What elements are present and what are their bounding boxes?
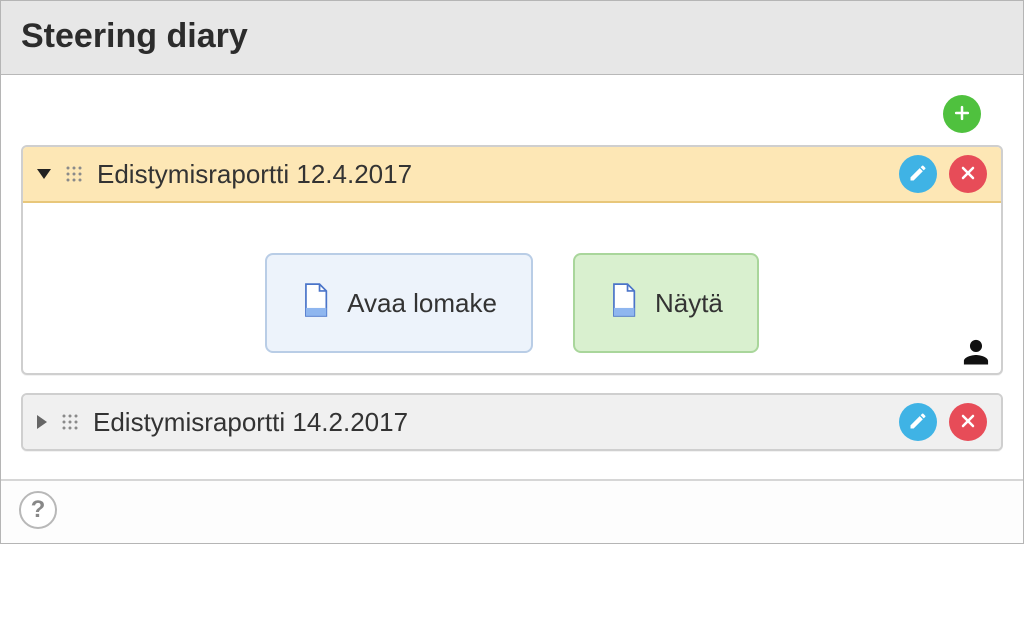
diary-entry: Edistymisraportti 14.2.2017 bbox=[21, 393, 1003, 451]
panel-header: Steering diary bbox=[1, 1, 1023, 75]
show-label: Näytä bbox=[655, 288, 723, 319]
entry-header[interactable]: Edistymisraportti 14.2.2017 bbox=[23, 395, 1001, 449]
entry-title: Edistymisraportti 14.2.2017 bbox=[93, 407, 885, 438]
panel-footer: ? bbox=[1, 479, 1023, 543]
entry-actions bbox=[899, 403, 987, 441]
help-icon: ? bbox=[31, 496, 46, 524]
diary-entry: Edistymisraportti 12.4.2017 bbox=[21, 145, 1003, 375]
drag-handle-icon[interactable] bbox=[61, 413, 79, 431]
caret-right-icon bbox=[37, 415, 47, 429]
page-title: Steering diary bbox=[21, 17, 1003, 56]
pencil-icon bbox=[908, 163, 928, 186]
document-icon bbox=[301, 283, 329, 324]
entry-actions bbox=[899, 155, 987, 193]
add-button[interactable] bbox=[943, 95, 981, 133]
delete-button[interactable] bbox=[949, 155, 987, 193]
entry-header[interactable]: Edistymisraportti 12.4.2017 bbox=[23, 147, 1001, 203]
plus-icon bbox=[952, 103, 972, 126]
delete-button[interactable] bbox=[949, 403, 987, 441]
open-form-label: Avaa lomake bbox=[347, 288, 497, 319]
pencil-icon bbox=[908, 411, 928, 434]
entry-title: Edistymisraportti 12.4.2017 bbox=[97, 159, 885, 190]
help-button[interactable]: ? bbox=[19, 491, 57, 529]
show-button[interactable]: Näytä bbox=[573, 253, 759, 353]
toolbar bbox=[21, 95, 1003, 145]
steering-diary-panel: Steering diary bbox=[0, 0, 1024, 544]
drag-handle-icon[interactable] bbox=[65, 165, 83, 183]
close-icon bbox=[958, 163, 978, 186]
caret-down-icon bbox=[37, 169, 51, 179]
close-icon bbox=[958, 411, 978, 434]
document-icon bbox=[609, 283, 637, 324]
open-form-button[interactable]: Avaa lomake bbox=[265, 253, 533, 353]
person-icon bbox=[961, 337, 991, 367]
edit-button[interactable] bbox=[899, 403, 937, 441]
edit-button[interactable] bbox=[899, 155, 937, 193]
entry-body: Avaa lomake Näytä bbox=[23, 203, 1001, 373]
panel-body: Edistymisraportti 12.4.2017 bbox=[1, 75, 1023, 479]
